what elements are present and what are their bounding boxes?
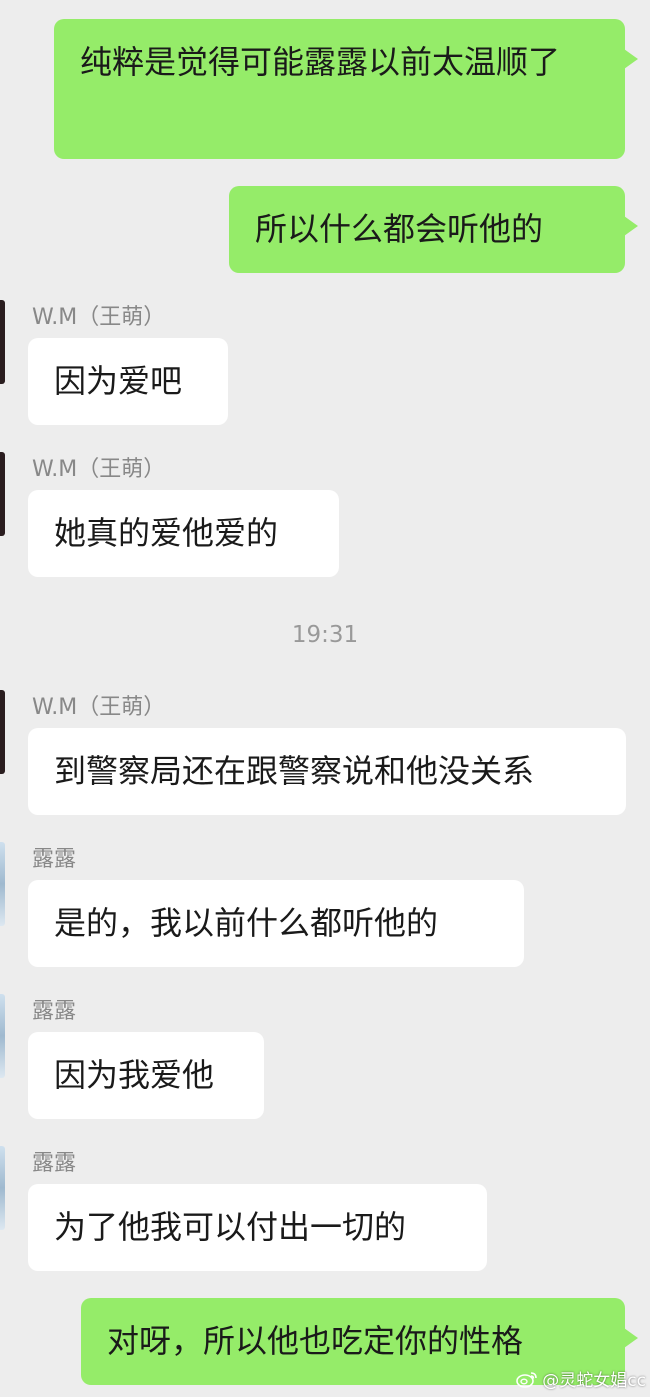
message-text: 对呀，所以他也吃定你的性格: [107, 1322, 524, 1360]
sent-message-bubble[interactable]: 纯粹是觉得可能露露以前太温顺了: [54, 19, 638, 159]
message-text: 因为我爱他: [54, 1056, 215, 1094]
received-message-bubble[interactable]: 到警察局还在跟警察说和他没关系: [28, 728, 626, 815]
received-message-bubble[interactable]: 为了他我可以付出一切的: [28, 1184, 487, 1271]
sender-name: 露露: [32, 847, 77, 872]
received-message-bubble[interactable]: 因为我爱他: [28, 1032, 264, 1119]
chat-timestamp: 19:31: [291, 622, 359, 648]
received-message-bubble[interactable]: 她真的爱他爱的: [28, 490, 339, 577]
message-text: 纯粹是觉得可能露露以前太温顺了: [80, 43, 561, 81]
watermark-text: @灵蛇女娼cc: [542, 1371, 646, 1391]
sender-name: 露露: [32, 999, 77, 1024]
message-text: 所以什么都会听他的: [255, 210, 544, 248]
message-text: 是的，我以前什么都听他的: [54, 904, 439, 942]
contact-avatar[interactable]: [0, 690, 5, 774]
contact-avatar[interactable]: [0, 452, 5, 536]
received-message-bubble[interactable]: 是的，我以前什么都听他的: [28, 880, 524, 967]
message-text: 因为爱吧: [54, 362, 183, 400]
contact-avatar[interactable]: [0, 994, 5, 1078]
contact-avatar[interactable]: [0, 842, 5, 926]
contact-avatar[interactable]: [0, 300, 5, 384]
received-message-bubble[interactable]: 因为爱吧: [28, 338, 228, 425]
sender-name: W.M（王萌）: [32, 695, 166, 720]
message-text: 她真的爱他爱的: [54, 514, 279, 552]
watermark: @灵蛇女娼cc: [516, 1366, 646, 1391]
sent-message-bubble[interactable]: 所以什么都会听他的: [229, 186, 638, 273]
sender-name: W.M（王萌）: [32, 457, 166, 482]
weibo-icon: [516, 1370, 538, 1388]
message-text: 到警察局还在跟警察说和他没关系: [54, 752, 535, 790]
contact-avatar[interactable]: [0, 1146, 5, 1230]
sender-name: W.M（王萌）: [32, 305, 166, 330]
sender-name: 露露: [32, 1151, 77, 1176]
message-text: 为了他我可以付出一切的: [54, 1208, 407, 1246]
